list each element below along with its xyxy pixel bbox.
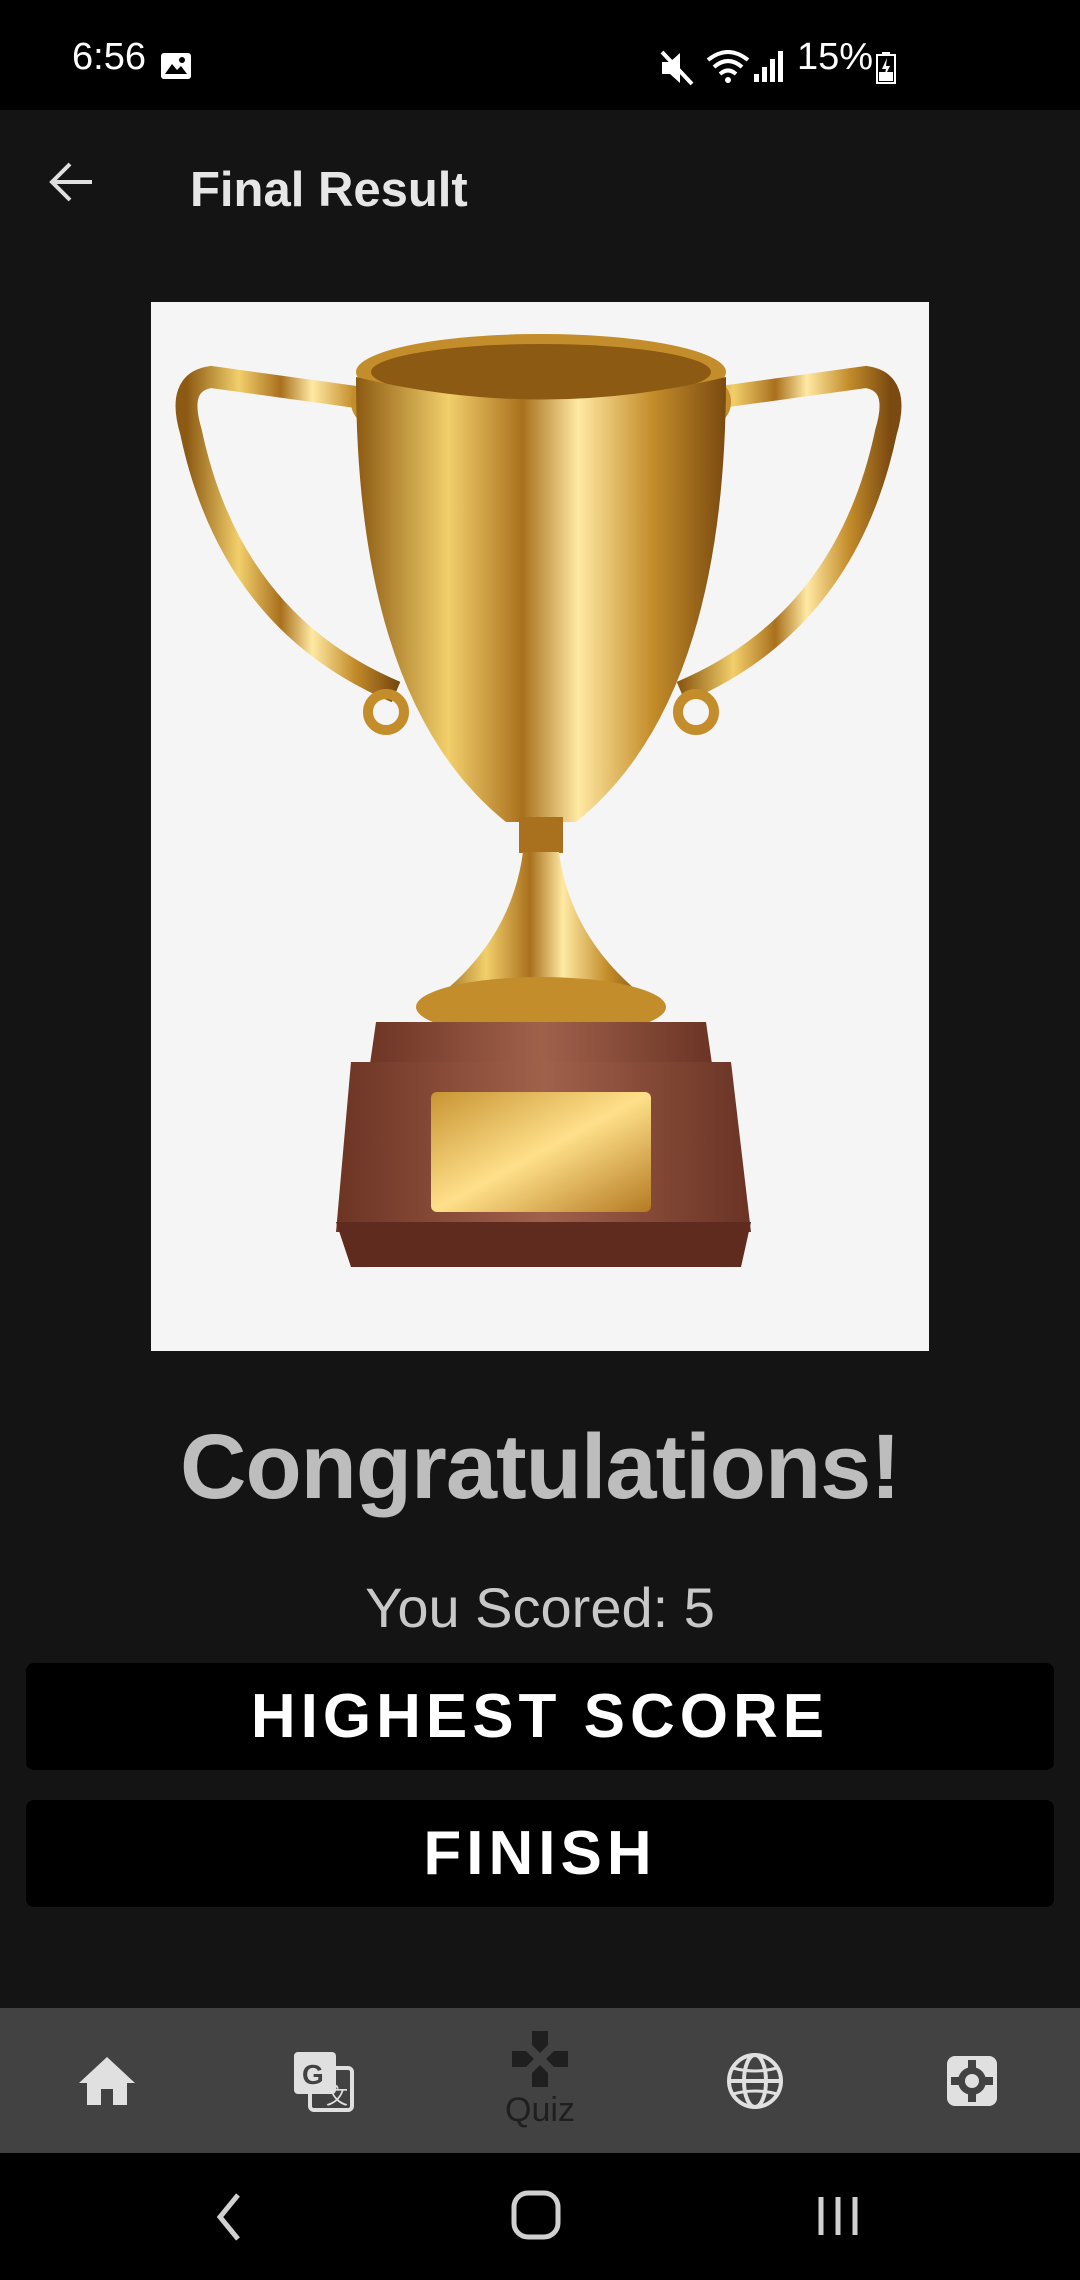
nav-settings[interactable]	[902, 2008, 1042, 2153]
score-text: You Scored: 5	[365, 1576, 715, 1639]
system-recents-icon[interactable]	[815, 2193, 861, 2239]
nav-translate[interactable]: G 文	[253, 2008, 393, 2153]
finish-button[interactable]: FINISH	[26, 1800, 1054, 1907]
home-icon	[79, 2056, 135, 2105]
bottom-navigation: G 文 Quiz	[0, 2008, 1080, 2153]
wifi-icon	[706, 50, 750, 83]
status-time: 6:56	[72, 36, 146, 78]
trophy-icon	[175, 334, 902, 1267]
settings-icon	[947, 2055, 997, 2106]
translate-icon: G 文	[294, 2051, 354, 2112]
trophy-image	[151, 302, 929, 1351]
gallery-notification-icon	[161, 53, 191, 79]
app-bar: Final Result	[0, 110, 1080, 262]
app-screen: Final Result Congratulations! You Scored…	[0, 110, 1080, 2008]
status-bar: 6:56 15%	[0, 0, 1080, 110]
signal-icon	[754, 51, 783, 82]
system-navigation-bar	[0, 2153, 1080, 2280]
page-title: Final Result	[190, 163, 468, 217]
nav-globe[interactable]	[685, 2008, 825, 2153]
mute-icon	[660, 50, 694, 86]
battery-percentage: 15%	[797, 36, 874, 78]
gamepad-icon	[512, 2031, 568, 2087]
system-home-icon[interactable]	[510, 2189, 562, 2241]
congratulations-heading: Congratulations!	[180, 1416, 901, 1518]
highest-score-button[interactable]: HIGHEST SCORE	[26, 1663, 1054, 1770]
nav-home[interactable]	[37, 2008, 177, 2153]
system-back-icon[interactable]	[210, 2189, 250, 2245]
svg-text:文: 文	[326, 2084, 348, 2109]
nav-quiz-label: Quiz	[505, 2091, 575, 2129]
svg-text:G: G	[302, 2059, 324, 2090]
globe-icon	[727, 2052, 783, 2109]
back-arrow-icon[interactable]	[44, 154, 100, 210]
nav-quiz[interactable]: Quiz	[470, 2008, 610, 2153]
battery-charging-icon	[876, 52, 896, 84]
